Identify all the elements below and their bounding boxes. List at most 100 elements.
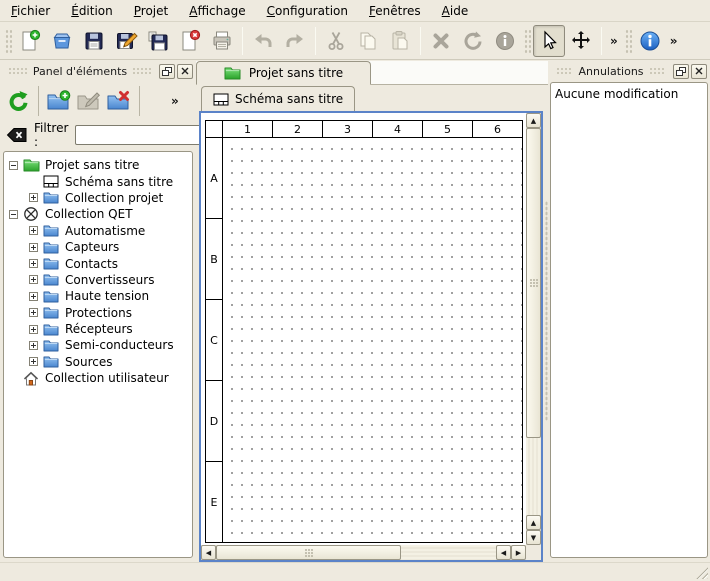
cursor-arrow-icon	[537, 29, 561, 53]
paste-icon	[388, 29, 412, 53]
expand-icon[interactable]	[29, 193, 38, 202]
menu-fenetres[interactable]: Fenêtres	[360, 2, 430, 20]
expand-icon[interactable]	[29, 341, 38, 350]
elements-panel-toolbar: »	[0, 81, 196, 121]
expand-icon[interactable]	[29, 308, 38, 317]
elements-panel-titlebar[interactable]: Panel d'éléments	[0, 61, 196, 81]
reload-collections-button[interactable]	[3, 86, 33, 116]
scroll-left-button[interactable]: ◀	[201, 545, 216, 560]
new-category-button[interactable]	[44, 86, 74, 116]
scroll-up-button[interactable]: ▲	[526, 113, 541, 128]
edit-category-button[interactable]	[74, 86, 104, 116]
vertical-scroll-track[interactable]	[526, 438, 541, 515]
tree-item-project[interactable]: Projet sans titre	[6, 157, 190, 173]
collections-tree[interactable]: Projet sans titre Schéma sans titre Coll…	[3, 151, 193, 558]
toolbar-drag-handle[interactable]	[523, 28, 531, 54]
expand-icon[interactable]	[29, 226, 38, 235]
tree-item-automatisme[interactable]: Automatisme	[6, 223, 190, 239]
menu-fichier[interactable]: Fichier	[2, 2, 59, 20]
tree-item-sources[interactable]: Sources	[6, 354, 190, 370]
undo-button[interactable]	[247, 25, 279, 57]
tree-item-collection-utilisateur[interactable]: Collection utilisateur	[6, 370, 190, 386]
scroll-left-button[interactable]: ◀	[496, 545, 511, 560]
save-all-button[interactable]	[142, 25, 174, 57]
tree-item-diagram[interactable]: Schéma sans titre	[6, 173, 190, 189]
main-area: Panel d'éléments	[0, 61, 710, 562]
tree-item-contacts[interactable]: Contacts	[6, 255, 190, 271]
tree-item-protections[interactable]: Protections	[6, 305, 190, 321]
clear-filter-button[interactable]	[6, 127, 27, 143]
horizontal-scroll-thumb[interactable]	[216, 545, 401, 560]
resize-grip[interactable]	[695, 566, 708, 579]
about-qet-button[interactable]	[634, 25, 666, 57]
vertical-scroll-thumb[interactable]	[526, 128, 541, 438]
toolbar-separator	[38, 86, 39, 116]
close-document-button[interactable]	[174, 25, 206, 57]
undo-history-list[interactable]: Aucune modification	[550, 82, 708, 558]
delete-category-button[interactable]	[104, 86, 134, 116]
new-document-button[interactable]	[14, 25, 46, 57]
diagram-canvas[interactable]: 1 2 3 4 5 6 A B C D	[201, 113, 526, 545]
close-panel-button[interactable]	[177, 64, 193, 79]
expand-icon[interactable]	[29, 259, 38, 268]
tree-item-haute-tension[interactable]: Haute tension	[6, 288, 190, 304]
selection-mode-button[interactable]	[533, 25, 565, 57]
save-icon	[82, 29, 106, 53]
project-tab[interactable]: Projet sans titre	[196, 61, 371, 85]
undo-list-item[interactable]: Aucune modification	[555, 85, 703, 102]
expand-icon[interactable]	[29, 275, 38, 284]
expand-icon[interactable]	[29, 357, 38, 366]
menu-edition[interactable]: Édition	[62, 2, 122, 20]
save-button[interactable]	[78, 25, 110, 57]
column-header: 4	[373, 120, 423, 138]
menu-affichage[interactable]: Affichage	[180, 2, 254, 20]
filter-label: Filtrer :	[34, 121, 68, 149]
float-panel-button[interactable]	[159, 64, 175, 79]
horizontal-scrollbar[interactable]: ◀ ◀ ▶	[201, 545, 526, 560]
cut-button[interactable]	[320, 25, 352, 57]
tree-item-collection-projet[interactable]: Collection projet	[6, 190, 190, 206]
toolbar-overflow-button[interactable]: »	[606, 34, 622, 48]
expand-icon[interactable]	[29, 325, 38, 334]
print-button[interactable]	[206, 25, 238, 57]
tree-item-collection-qet[interactable]: Collection QET	[6, 206, 190, 222]
save-as-button[interactable]	[110, 25, 142, 57]
toolbar-drag-handle[interactable]	[624, 28, 632, 54]
tree-item-recepteurs[interactable]: Récepteurs	[6, 321, 190, 337]
tree-item-convertisseurs[interactable]: Convertisseurs	[6, 272, 190, 288]
tree-item-semi-conducteurs[interactable]: Semi-conducteurs	[6, 337, 190, 353]
scroll-down-button[interactable]: ▼	[526, 530, 541, 545]
diagram-view: 1 2 3 4 5 6 A B C D	[199, 111, 543, 562]
close-panel-button[interactable]	[691, 64, 707, 79]
open-document-button[interactable]	[46, 25, 78, 57]
toolbar-overflow-button[interactable]: »	[666, 34, 682, 48]
menu-configuration[interactable]: Configuration	[258, 2, 357, 20]
toolbar-drag-handle[interactable]	[4, 28, 12, 54]
element-info-button[interactable]	[489, 25, 521, 57]
collapse-icon[interactable]	[9, 161, 18, 170]
menu-projet[interactable]: Projet	[125, 2, 177, 20]
float-panel-button[interactable]	[673, 64, 689, 79]
folder-edit-icon	[76, 89, 102, 113]
copy-button[interactable]	[352, 25, 384, 57]
rotate-button[interactable]	[457, 25, 489, 57]
delete-button[interactable]	[425, 25, 457, 57]
collapse-icon[interactable]	[9, 210, 18, 219]
tree-item-capteurs[interactable]: Capteurs	[6, 239, 190, 255]
paste-button[interactable]	[384, 25, 416, 57]
panel-toolbar-overflow-button[interactable]: »	[167, 94, 183, 108]
redo-button[interactable]	[279, 25, 311, 57]
expand-icon[interactable]	[29, 292, 38, 301]
menu-aide[interactable]: Aide	[433, 2, 478, 20]
scroll-up-button[interactable]: ▲	[526, 515, 541, 530]
pan-mode-button[interactable]	[565, 25, 597, 57]
undo-panel-titlebar[interactable]: Annulations	[548, 61, 710, 81]
horizontal-scroll-track[interactable]	[401, 545, 496, 560]
diagram-tab[interactable]: Schéma sans titre	[201, 86, 355, 111]
row-label-column: A B C D E	[205, 138, 223, 543]
dot-grid[interactable]	[223, 138, 523, 543]
scroll-right-button[interactable]: ▶	[511, 545, 526, 560]
project-tab-label: Projet sans titre	[249, 66, 343, 80]
expand-icon[interactable]	[29, 243, 38, 252]
vertical-scrollbar[interactable]: ▲ ▲ ▼	[526, 113, 541, 545]
